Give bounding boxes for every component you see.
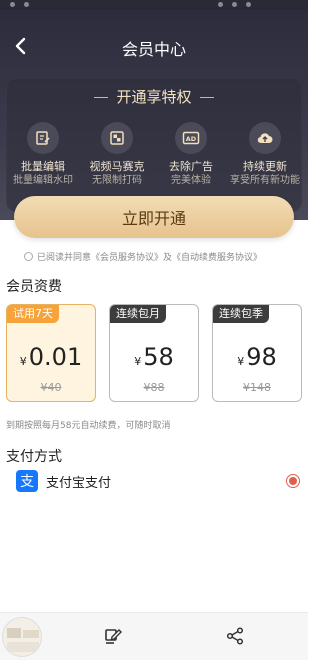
- plan-list: 试用7天 ¥0.01 ¥40 连续包月 ¥58 ¥88 连续包季 ¥98 ¥14…: [6, 304, 302, 402]
- perk-subtitle: 无限制打码: [92, 175, 142, 186]
- alipay-icon: 支: [16, 470, 38, 492]
- payment-radio-selected[interactable]: [286, 474, 300, 488]
- plan-monthly[interactable]: 连续包月 ¥58 ¥88: [109, 304, 199, 402]
- perk-title: 去除广告: [169, 160, 213, 173]
- svg-text:AD: AD: [186, 135, 197, 143]
- subscribe-now-button[interactable]: 立即开通: [14, 196, 294, 238]
- original-price: ¥88: [143, 381, 165, 394]
- fees-section-title: 会员资费: [6, 279, 62, 295]
- payment-section-title: 支付方式: [6, 449, 62, 465]
- agreement-prefix: 已阅读并同意: [37, 253, 92, 263]
- perk-title: 持续更新: [243, 160, 287, 173]
- privileges-card: 开通享特权 批量编辑 批量编辑水印 视频马赛克 无限制打码 AD 去除广告 完美…: [6, 78, 302, 212]
- agreement-row: 已阅读并同意 《会员服务协议》 及 《自动续费服务协议》: [24, 250, 294, 263]
- original-price: ¥148: [243, 381, 271, 394]
- share-icon: [226, 627, 244, 645]
- price-value: 98: [246, 343, 277, 371]
- currency-symbol: ¥: [134, 355, 142, 368]
- status-icon: [10, 2, 15, 7]
- share-button[interactable]: [222, 623, 248, 649]
- original-price: ¥40: [40, 381, 62, 394]
- mosaic-icon: [101, 122, 133, 154]
- perk-batch-edit: 批量编辑 批量编辑水印: [6, 122, 80, 188]
- privileges-list: 批量编辑 批量编辑水印 视频马赛克 无限制打码 AD 去除广告 完美体验 持续更…: [6, 122, 302, 188]
- status-bar: [0, 0, 308, 10]
- agreement-checkbox[interactable]: [24, 252, 33, 261]
- perk-updates: 持续更新 享受所有新功能: [228, 122, 302, 188]
- plan-price: ¥98: [213, 343, 301, 371]
- perk-title: 批量编辑: [21, 160, 65, 173]
- divider: [94, 97, 109, 98]
- perk-subtitle: 完美体验: [171, 175, 211, 186]
- privileges-title-text: 开通享特权: [116, 88, 192, 106]
- bottom-toolbar: [0, 612, 308, 660]
- currency-symbol: ¥: [19, 355, 27, 368]
- perk-video-mosaic: 视频马赛克 无限制打码: [80, 122, 154, 188]
- radio-dot: [289, 477, 297, 485]
- perk-subtitle: 享受所有新功能: [230, 175, 300, 186]
- edit-icon: [105, 629, 122, 644]
- privileges-title: 开通享特权: [6, 86, 302, 107]
- agreement-and: 及: [163, 253, 173, 263]
- nav-bar: 会员中心: [0, 28, 308, 64]
- price-value: 58: [143, 343, 174, 371]
- page-title: 会员中心: [121, 40, 186, 59]
- status-icon: [246, 2, 251, 7]
- auto-renew-agreement-link[interactable]: 《自动续费服务协议》: [172, 250, 262, 263]
- plan-price: ¥0.01: [7, 343, 95, 371]
- member-service-agreement-link[interactable]: 《会员服务协议》: [91, 250, 163, 263]
- plan-tag: 连续包月: [110, 305, 166, 323]
- perk-title: 视频马赛克: [89, 160, 145, 173]
- perk-subtitle: 批量编辑水印: [13, 175, 73, 186]
- batch-edit-icon: [27, 122, 59, 154]
- divider: [199, 97, 214, 98]
- auto-renew-note: 到期按照每月58元自动续费，可随时取消: [6, 421, 171, 431]
- price-value: 0.01: [28, 343, 83, 371]
- status-icon: [24, 2, 29, 7]
- status-icon: [232, 2, 237, 7]
- payment-method-label: 支付宝支付: [46, 475, 112, 491]
- plan-quarterly[interactable]: 连续包季 ¥98 ¥148: [212, 304, 302, 402]
- edit-button[interactable]: [100, 623, 126, 649]
- plan-tag: 连续包季: [213, 305, 269, 323]
- thumbnail-preview[interactable]: [2, 617, 42, 657]
- plan-tag: 试用7天: [7, 305, 59, 323]
- currency-symbol: ¥: [237, 355, 245, 368]
- ad-icon: AD: [175, 122, 207, 154]
- plan-price: ¥58: [110, 343, 198, 371]
- cloud-upload-icon: [249, 122, 281, 154]
- payment-method-alipay[interactable]: 支 支付宝支付: [6, 468, 302, 494]
- plan-trial-7-days[interactable]: 试用7天 ¥0.01 ¥40: [6, 304, 96, 402]
- perk-remove-ads: AD 去除广告 完美体验: [154, 122, 228, 188]
- status-icon: [218, 2, 223, 7]
